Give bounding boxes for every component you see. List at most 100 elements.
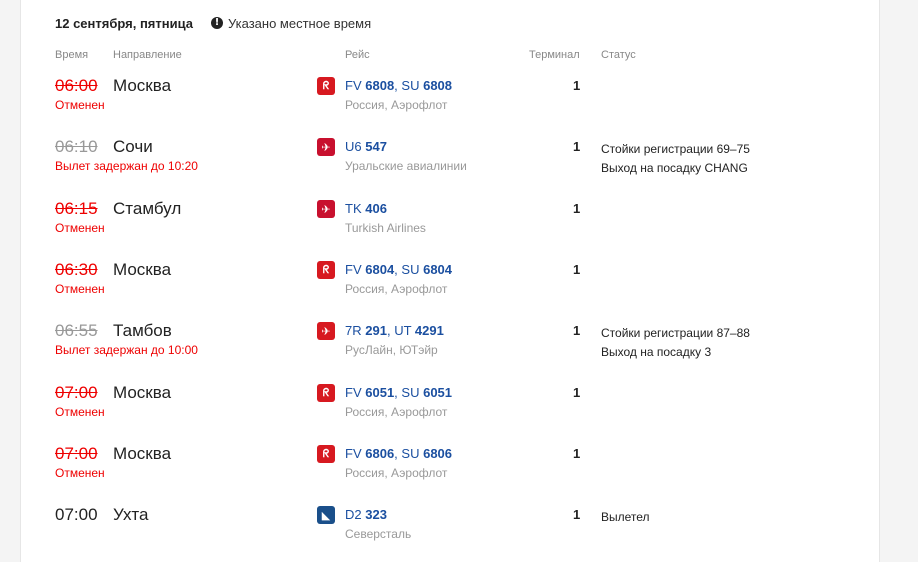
terminal-number: 1	[573, 446, 581, 461]
departure-time: 07:00	[55, 383, 98, 402]
table-row: 06:55 Тамбов Вылет задержан до 10:00 ✈ 7R 29…	[21, 321, 879, 373]
destination-city[interactable]: Москва	[113, 444, 171, 464]
turkish-airlines-logo-icon: ✈	[317, 200, 335, 218]
terminal-number: 1	[573, 201, 581, 216]
airline-name: Россия, Аэрофлот	[345, 98, 448, 112]
flight-codes: FV 6806, SU 6806	[345, 446, 452, 462]
flight-codes: FV 6804, SU 6804	[345, 262, 452, 278]
destination-city[interactable]: Москва	[113, 383, 171, 403]
status-line: Выход на посадку 3	[601, 345, 712, 359]
flight-status-note: Отменен	[55, 466, 105, 480]
airline-name: Россия, Аэрофлот	[345, 405, 448, 419]
flight-code-prefix: SU	[401, 78, 420, 93]
flight-code-number: 6806	[423, 446, 453, 461]
flight-code-number: 4291	[414, 323, 444, 338]
column-header-terminal: Терминал	[529, 49, 580, 61]
status-line: Вылетел	[601, 510, 650, 524]
flight-code-number: 6804	[423, 262, 453, 277]
aeroflot-logo-icon: ᖇ	[317, 77, 335, 95]
flight-code-link[interactable]: SU 6051	[401, 385, 452, 400]
flight-code-link[interactable]: FV 6051	[345, 385, 394, 400]
date-label: 12 сентября, пятница	[55, 15, 193, 31]
table-row: 06:15 Стамбул Отменен ✈ TK 406 Turkish Airlin…	[21, 199, 879, 251]
terminal-number: 1	[573, 139, 581, 154]
terminal-number: 1	[573, 78, 581, 93]
flight-code-prefix: SU	[401, 262, 420, 277]
flight-code-number: 6808	[423, 78, 453, 93]
flight-code-prefix: FV	[345, 446, 362, 461]
severstal-logo-icon: ◣	[317, 506, 335, 524]
flight-code-number: 323	[365, 507, 387, 522]
flight-code-number: 291	[365, 323, 387, 338]
flight-code-number: 6051	[423, 385, 453, 400]
airline-name: РусЛайн, ЮТэйр	[345, 343, 438, 357]
flight-code-link[interactable]: TK 406	[345, 201, 387, 216]
flight-code-prefix: 7R	[345, 323, 362, 338]
flight-status: Стойки регистрации 87–88 Выход на посадку…	[601, 324, 750, 362]
flight-code-link[interactable]: FV 6804	[345, 262, 394, 277]
flight-code-prefix: SU	[401, 446, 420, 461]
airline-name: Россия, Аэрофлот	[345, 282, 448, 296]
flight-code-link[interactable]: U6 547	[345, 139, 387, 154]
flight-code-link[interactable]: UT 4291	[394, 323, 444, 338]
flight-code-link[interactable]: FV 6808	[345, 78, 394, 93]
flight-code-link[interactable]: D2 323	[345, 507, 387, 522]
status-line: Стойки регистрации 87–88	[601, 326, 750, 340]
flight-codes: 7R 291, UT 4291	[345, 323, 444, 339]
flight-code-link[interactable]: SU 6808	[401, 78, 452, 93]
table-row: 06:30 Москва Отменен ᖇ FV 6804, SU 6804 Росси…	[21, 260, 879, 312]
column-header-time: Время	[55, 49, 89, 61]
flight-codes: D2 323	[345, 507, 387, 523]
column-header-direction: Направление	[113, 49, 182, 61]
terminal-number: 1	[573, 385, 581, 400]
flight-code-prefix: UT	[394, 323, 412, 338]
flight-code-prefix: TK	[345, 201, 362, 216]
flight-status-note: Отменен	[55, 221, 105, 235]
destination-city[interactable]: Ухта	[113, 505, 148, 525]
flight-code-number: 6051	[365, 385, 395, 400]
flight-code-prefix: U6	[345, 139, 362, 154]
flight-code-prefix: FV	[345, 385, 362, 400]
flight-status-note: Отменен	[55, 405, 105, 419]
destination-city[interactable]: Москва	[113, 260, 171, 280]
local-time-notice: ! Указано местное время	[210, 15, 372, 31]
destination-city[interactable]: Тамбов	[113, 321, 172, 341]
flight-status-note: Вылет задержан до 10:20	[55, 159, 198, 173]
flight-codes: FV 6808, SU 6808	[345, 78, 452, 94]
ruslain-logo-icon: ✈	[317, 322, 335, 340]
flight-status-note: Отменен	[55, 282, 105, 296]
destination-city[interactable]: Москва	[113, 76, 171, 96]
flight-code-link[interactable]: 7R 291	[345, 323, 387, 338]
destination-city[interactable]: Сочи	[113, 137, 153, 157]
flight-code-number: 6806	[365, 446, 395, 461]
flight-code-link[interactable]: SU 6806	[401, 446, 452, 461]
airline-name: Северсталь	[345, 527, 412, 541]
aeroflot-logo-icon: ᖇ	[317, 384, 335, 402]
flight-codes: TK 406	[345, 201, 387, 217]
departure-time: 06:55	[55, 321, 98, 340]
terminal-number: 1	[573, 323, 581, 338]
aeroflot-logo-icon: ᖇ	[317, 261, 335, 279]
flight-codes: U6 547	[345, 139, 387, 155]
exclamation-icon: !	[210, 17, 223, 29]
flight-code-number: 406	[365, 201, 387, 216]
terminal-number: 1	[573, 262, 581, 277]
flight-code-link[interactable]: SU 6804	[401, 262, 452, 277]
table-row: 07:00 Ухта ◣ D2 323 Северсталь 1 Вылетел	[21, 505, 879, 557]
table-row: 07:00 Москва Отменен ᖇ FV 6806, SU 6806 Росси…	[21, 444, 879, 496]
date-bar: 12 сентября, пятница ! Указано местное в…	[55, 14, 371, 32]
destination-city[interactable]: Стамбул	[113, 199, 181, 219]
airline-name: Россия, Аэрофлот	[345, 466, 448, 480]
table-row: 06:10 Сочи Вылет задержан до 10:20 ✈ U6 547 У…	[21, 137, 879, 189]
departure-time: 06:30	[55, 260, 98, 279]
flight-code-number: 6808	[365, 78, 395, 93]
flight-status: Стойки регистрации 69–75 Выход на посадку…	[601, 140, 750, 178]
flight-codes: FV 6051, SU 6051	[345, 385, 452, 401]
local-time-notice-text: Указано местное время	[227, 15, 372, 31]
departures-panel: 12 сентября, пятница ! Указано местное в…	[20, 0, 880, 562]
flight-code-link[interactable]: FV 6806	[345, 446, 394, 461]
flight-code-prefix: SU	[401, 385, 420, 400]
flight-code-number: 547	[365, 139, 387, 154]
column-header-flight: Рейс	[345, 49, 370, 61]
aeroflot-logo-icon: ᖇ	[317, 445, 335, 463]
